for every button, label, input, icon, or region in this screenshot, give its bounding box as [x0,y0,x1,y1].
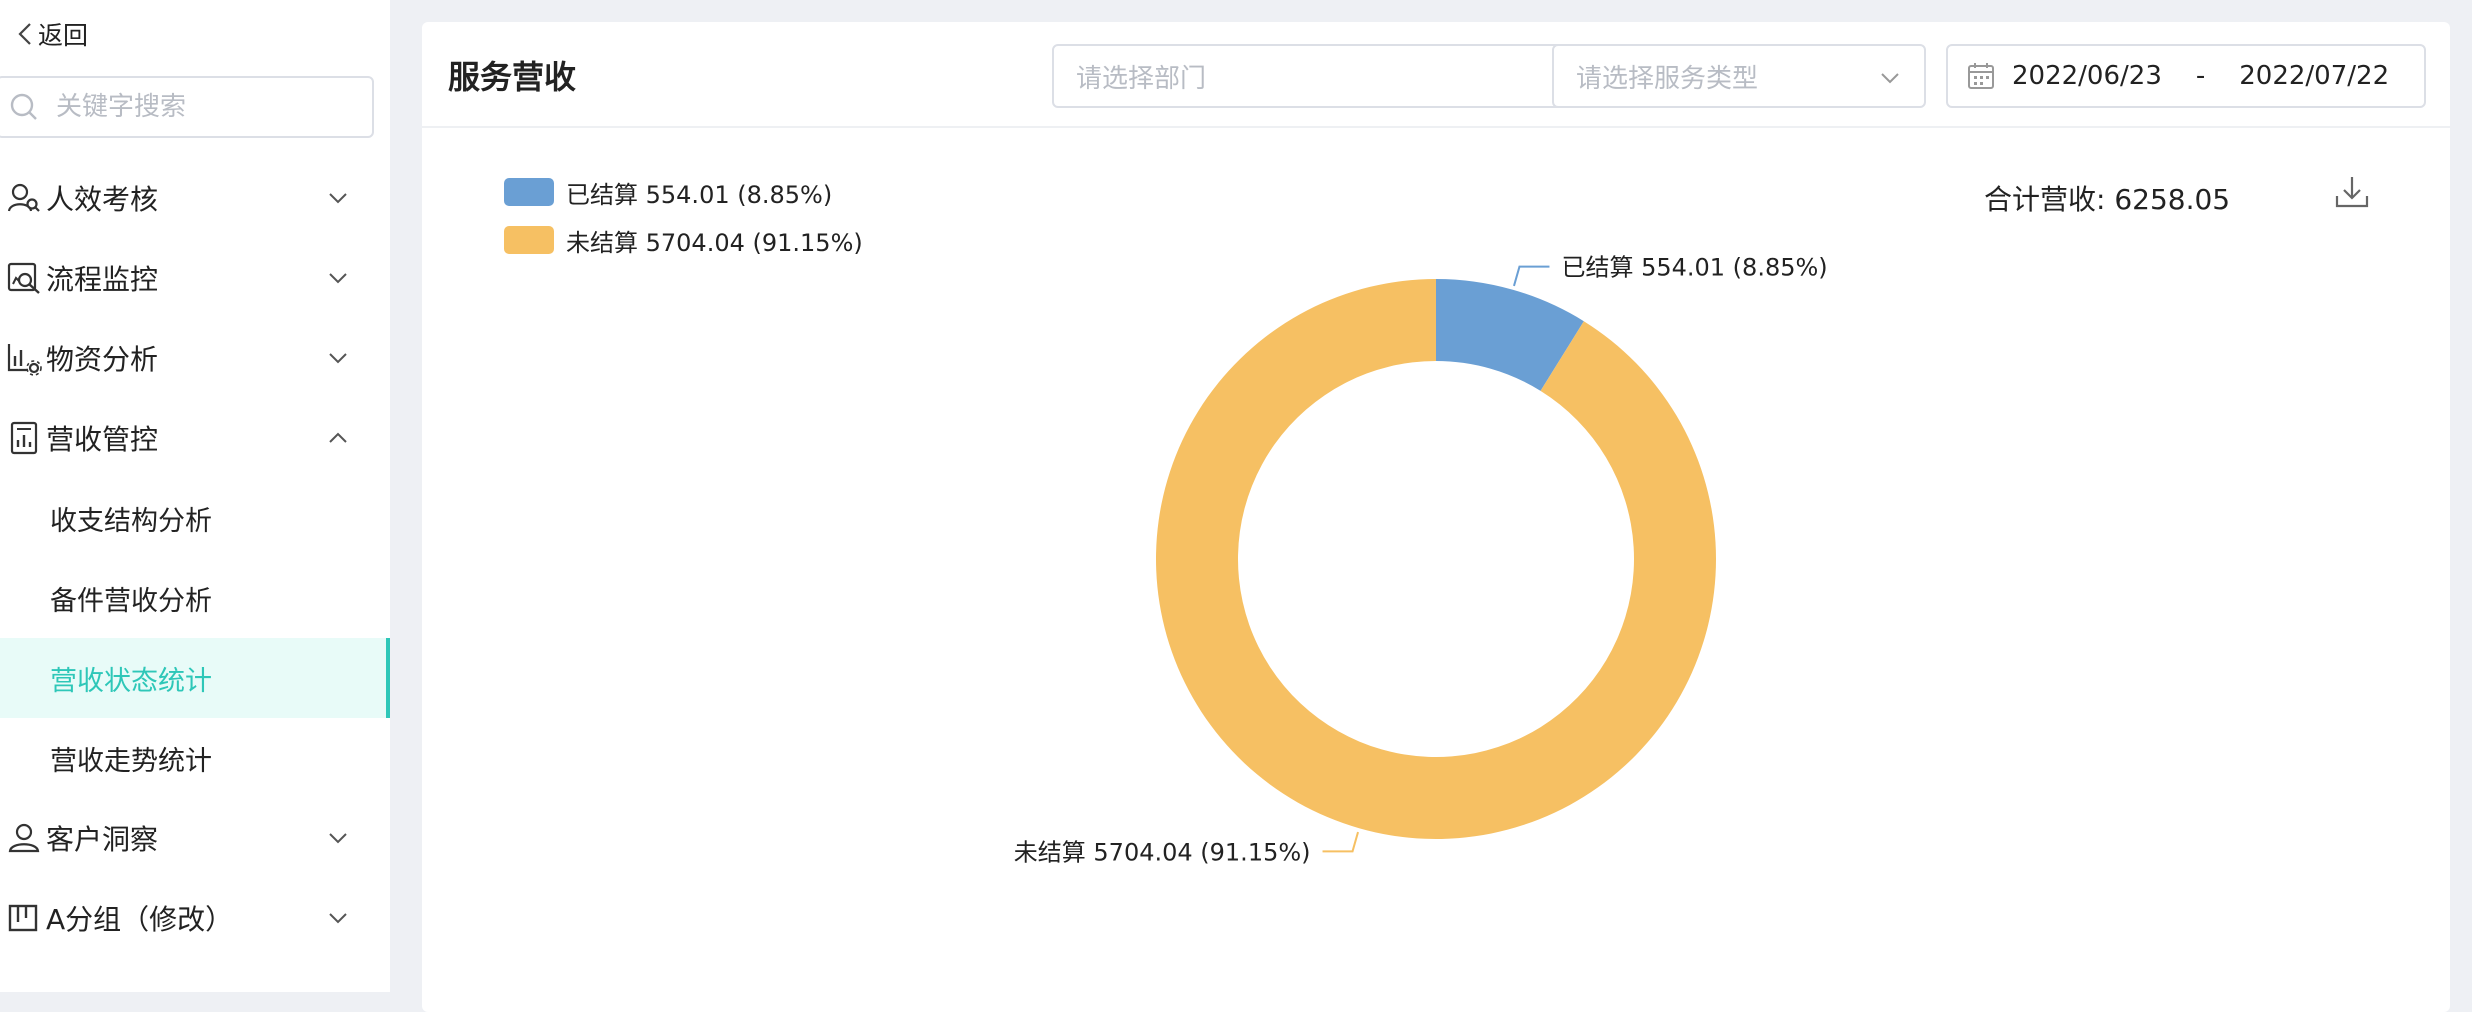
sub-item-revenue-status[interactable]: 营收状态统计 [0,638,390,718]
nav-item-label: A分组（修改） [46,903,234,936]
sub-item-label: 收支结构分析 [50,505,212,537]
process-monitor-icon [7,262,40,294]
nav-item-revenue-control[interactable]: 营收管控 [0,398,390,478]
sidebar: 返回 人效考核 流程监控 [0,0,390,992]
sub-item-label: 营收状态统计 [50,665,212,697]
nav-item-performance[interactable]: 人效考核 [0,158,390,238]
chevron-down-icon [329,913,347,924]
slice-label-settled: 已结算 554.01 (8.85%) [1561,254,1827,282]
back-label: 返回 [38,21,89,50]
slice-label-unsettled: 未结算 5704.04 (91.15%) [1014,838,1311,866]
search-box[interactable] [0,76,374,138]
nav-item-label: 客户洞察 [46,823,159,856]
nav-item-process[interactable]: 流程监控 [0,238,390,318]
main-card: 服务营收 请选择部门 请选择服务类型 2022/06/23 - 2022/07/… [422,22,2450,1012]
sub-item-label: 营收走势统计 [50,745,212,777]
material-analysis-icon [7,344,42,376]
chevron-up-icon [329,432,347,443]
chevron-down-icon [329,273,347,284]
slice-unsettled[interactable] [1156,279,1716,839]
search-input[interactable] [56,92,356,122]
sub-item-label: 备件营收分析 [50,585,212,617]
search-icon [10,93,37,120]
chevron-down-icon [329,193,347,204]
nav-item-label: 流程监控 [46,263,159,296]
nav-item-label: 物资分析 [46,343,159,376]
sub-item-revenue-trend[interactable]: 营收走势统计 [0,718,390,798]
nav-item-label: 人效考核 [46,183,159,216]
donut-chart: 已结算 554.01 (8.85%) 未结算 5704.04 (91.15%) [1014,254,1828,867]
revenue-control-icon [10,421,38,455]
sub-item-income-structure[interactable]: 收支结构分析 [0,478,390,558]
nav-item-customer-insight[interactable]: 客户洞察 [0,798,390,878]
leader-line [1322,831,1359,853]
chevron-down-icon [329,353,347,364]
group-icon [8,904,38,932]
customer-insight-icon [8,823,40,853]
nav-item-label: 营收管控 [46,423,159,456]
nav-item-materials[interactable]: 物资分析 [0,318,390,398]
user-search-icon [7,183,40,212]
nav-item-group-a[interactable]: A分组（修改） [0,878,390,958]
chevron-down-icon [329,833,347,844]
leader-line [1513,265,1550,287]
back-button[interactable]: 返回 [14,14,88,54]
chevron-left-icon [18,23,31,45]
sub-item-spare-parts[interactable]: 备件营收分析 [0,558,390,638]
